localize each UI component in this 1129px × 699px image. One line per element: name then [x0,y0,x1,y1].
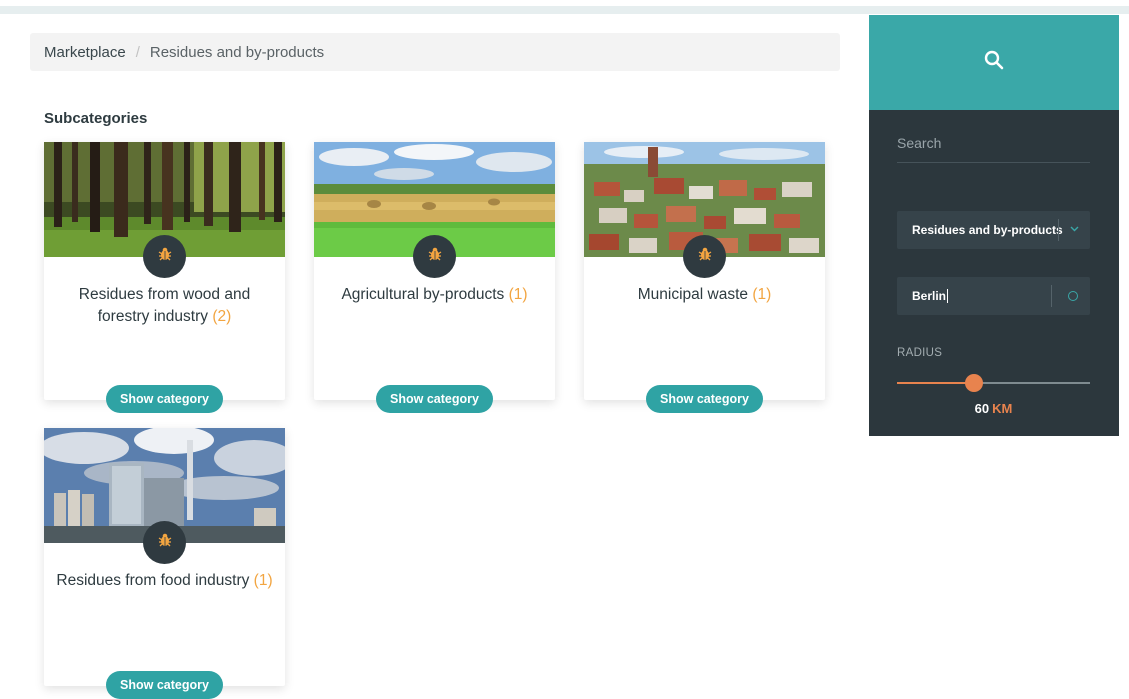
category-badge [143,521,186,564]
section-title: Subcategories [44,110,148,127]
category-select[interactable]: Residues and by-products [897,211,1090,249]
filter-panel: Search Residues and by-products Berlin R… [869,15,1119,436]
locate-icon[interactable] [1068,291,1078,301]
category-title-text: Municipal waste [637,286,748,303]
bug-icon [697,246,713,267]
category-count: (1) [752,286,772,303]
bug-icon [157,246,173,267]
breadcrumb-separator: / [135,43,140,61]
radius-slider-thumb[interactable] [965,374,984,392]
category-title[interactable]: Municipal waste (1) [596,284,813,306]
show-category-button[interactable]: Show category [376,385,493,413]
category-title-text: Agricultural by-products [341,286,505,303]
category-card[interactable]: Residues from wood and forestry industry… [44,142,285,413]
search-header[interactable] [869,15,1119,110]
radius-unit: KM [992,401,1013,416]
breadcrumb-current: Residues and by-products [149,43,325,61]
radius-slider[interactable] [897,374,1090,392]
select-divider [1058,219,1059,241]
radius-slider-fill [897,382,975,384]
category-title[interactable]: Residues from food industry (1) [56,570,273,592]
category-title-text: Residues from food industry [56,572,250,589]
radius-value: 60 KM [897,401,1090,416]
category-card[interactable]: Residues from food industry (1) Show cat… [44,428,285,699]
category-title[interactable]: Residues from wood and forestry industry… [56,284,273,328]
show-category-button[interactable]: Show category [106,385,223,413]
category-select-value: Residues and by-products [912,223,1063,237]
category-count: (1) [253,572,273,589]
location-input[interactable]: Berlin [897,277,1090,315]
bug-icon [157,532,173,553]
category-count: (1) [508,286,528,303]
show-category-button[interactable]: Show category [106,671,223,699]
category-badge [683,235,726,278]
show-category-button[interactable]: Show category [646,385,763,413]
chevron-down-icon[interactable] [1069,223,1080,237]
category-badge [143,235,186,278]
text-caret [947,289,949,303]
location-divider [1051,285,1052,307]
search-icon[interactable] [983,49,1005,76]
category-card[interactable]: Municipal waste (1) Show category [584,142,825,413]
category-count: (2) [212,308,232,325]
radius-label: RADIUS [897,347,943,359]
location-value: Berlin [912,289,947,303]
category-badge [413,235,456,278]
category-card[interactable]: Agricultural by-products (1) Show catego… [314,142,555,413]
bug-icon [427,246,443,267]
category-title[interactable]: Agricultural by-products (1) [326,284,543,306]
top-strip [0,6,1129,14]
search-input[interactable]: Search [897,131,1090,163]
radius-number: 60 [974,401,990,416]
breadcrumb-marketplace[interactable]: Marketplace [44,44,126,61]
breadcrumb: Marketplace / Residues and by-products [30,33,840,71]
